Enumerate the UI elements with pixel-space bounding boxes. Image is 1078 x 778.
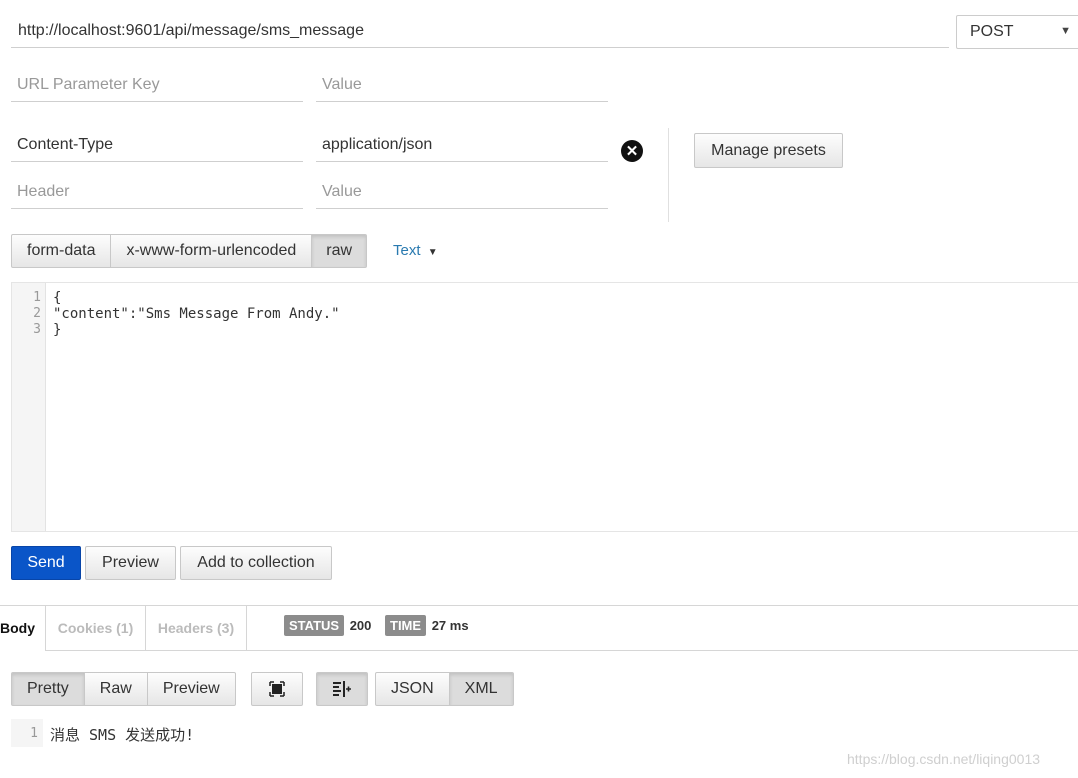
editor-line: 1 {: [12, 290, 1078, 306]
time-indicator: TIME 27 ms: [385, 615, 469, 636]
time-badge: TIME: [385, 615, 427, 636]
fullscreen-icon: [269, 681, 285, 697]
header-value-placeholder: Value: [322, 183, 362, 200]
wrap-lines-button[interactable]: [316, 672, 368, 706]
fullscreen-button[interactable]: [251, 672, 303, 706]
method-value: POST: [970, 23, 1014, 40]
time-value: 27 ms: [431, 618, 469, 633]
chevron-down-icon: ▼: [1060, 25, 1071, 37]
url-param-key-input[interactable]: URL Parameter Key: [11, 68, 303, 102]
raw-body-editor[interactable]: 1 { 2 "content":"Sms Message From Andy."…: [11, 282, 1078, 532]
response-view-tabs: Pretty Raw Preview: [11, 672, 236, 706]
tab-pretty[interactable]: Pretty: [11, 672, 85, 706]
response-line-number: 1: [30, 726, 38, 741]
status-value: 200: [349, 618, 372, 633]
url-input[interactable]: http://localhost:9601/api/message/sms_me…: [11, 14, 949, 48]
response-body: 1 消息 SMS 发送成功!: [11, 719, 1071, 747]
tab-json[interactable]: JSON: [375, 672, 450, 706]
response-line-text: 消息 SMS 发送成功!: [50, 726, 195, 744]
add-to-collection-button[interactable]: Add to collection: [180, 546, 332, 580]
method-select[interactable]: POST ▼: [956, 15, 1078, 49]
tab-body[interactable]: Body: [0, 606, 45, 650]
tab-headers[interactable]: Headers (3): [146, 606, 247, 650]
manage-presets-button[interactable]: Manage presets: [694, 133, 843, 168]
editor-line: 3 }: [12, 322, 1078, 338]
remove-header-icon[interactable]: ✕: [621, 140, 643, 162]
url-param-value-input[interactable]: Value: [316, 68, 608, 102]
line-text: }: [53, 322, 62, 338]
line-text: {: [53, 290, 62, 306]
line-text: "content":"Sms Message From Andy.": [53, 306, 340, 322]
tab-preview-response[interactable]: Preview: [147, 672, 236, 706]
tab-xml[interactable]: XML: [449, 672, 514, 706]
body-type-dropdown[interactable]: Text ▼: [393, 242, 438, 259]
tab-raw-response[interactable]: Raw: [84, 672, 148, 706]
preview-button[interactable]: Preview: [85, 546, 176, 580]
line-number: 3: [33, 322, 41, 337]
tab-cookies[interactable]: Cookies (1): [45, 606, 146, 650]
editor-line: 2 "content":"Sms Message From Andy.": [12, 306, 1078, 322]
caret-down-icon: ▼: [427, 247, 438, 258]
header-value-input[interactable]: application/json: [316, 128, 608, 162]
body-type-tabs: form-data x-www-form-urlencoded raw: [11, 234, 368, 268]
body-type-value: Text: [393, 242, 421, 259]
wrap-lines-icon: [333, 681, 351, 697]
header-value-empty-input[interactable]: Value: [316, 175, 608, 209]
header-key-empty-input[interactable]: Header: [11, 175, 303, 209]
status-badge: STATUS: [284, 615, 345, 636]
header-value-value: application/json: [322, 136, 433, 153]
tab-raw[interactable]: raw: [312, 234, 368, 268]
url-param-value-placeholder: Value: [322, 76, 362, 93]
url-param-key-placeholder: URL Parameter Key: [17, 76, 160, 93]
header-key-placeholder: Header: [17, 183, 70, 200]
line-number: 1: [33, 290, 41, 305]
tab-form-data[interactable]: form-data: [11, 234, 112, 268]
line-number: 2: [33, 306, 41, 321]
url-text: http://localhost:9601/api/message/sms_me…: [18, 22, 364, 39]
header-divider: [668, 128, 669, 222]
response-tabbar-bottom-border: [45, 650, 1078, 651]
header-key-input[interactable]: Content-Type: [11, 128, 303, 162]
watermark: https://blog.csdn.net/liqing0013: [847, 751, 1041, 767]
tab-x-www-form-urlencoded[interactable]: x-www-form-urlencoded: [111, 234, 313, 268]
send-button[interactable]: Send: [11, 546, 81, 580]
header-key-value: Content-Type: [17, 136, 114, 153]
response-format-tabs: JSON XML: [375, 672, 514, 706]
status-indicator: STATUS 200: [284, 615, 372, 636]
